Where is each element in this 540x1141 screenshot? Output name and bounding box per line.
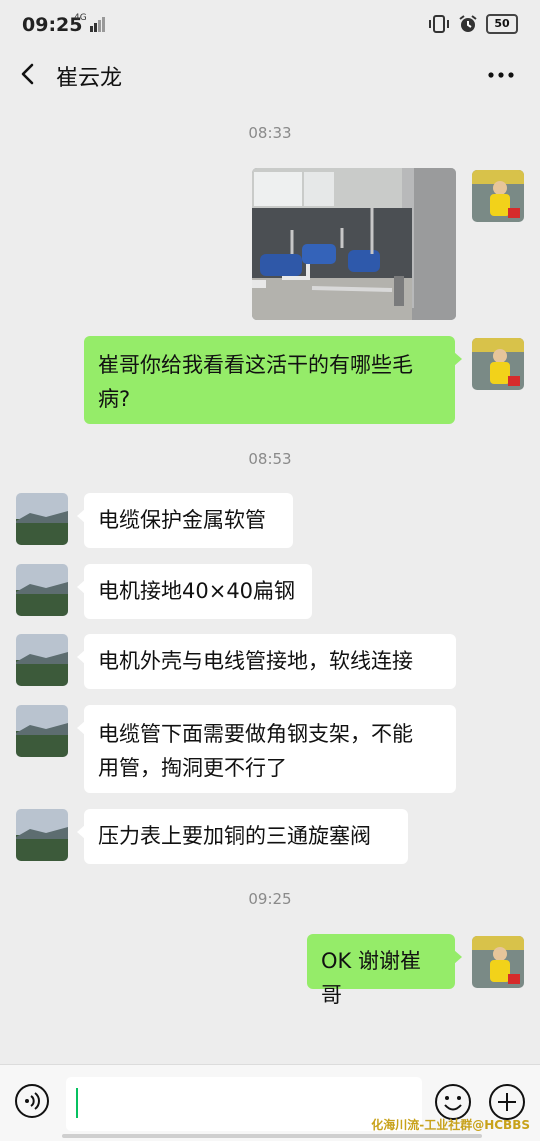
text-caret xyxy=(76,1088,78,1118)
timestamp: 08:33 xyxy=(248,124,292,142)
network-type: 4G xyxy=(74,13,87,23)
watermark: 化海川流-工业社群@HCBBS xyxy=(371,1118,530,1132)
message-line: 崔哥你给我看看这活干的有哪些毛 xyxy=(98,353,413,377)
contact-avatar[interactable] xyxy=(16,634,68,686)
back-arrow-icon[interactable] xyxy=(14,58,44,90)
message-line: 压力表上要加铜的三通旋塞阀 xyxy=(98,824,371,848)
message-bubble-incoming[interactable]: 压力表上要加铜的三通旋塞阀 xyxy=(77,809,408,864)
message-bubble-incoming[interactable]: 电缆管下面需要做角钢支架，不能 用管，掏洞更不行了 xyxy=(77,705,456,793)
alarm-icon xyxy=(459,15,477,32)
contact-avatar[interactable] xyxy=(16,564,68,616)
vibrate-icon xyxy=(429,15,449,33)
more-icon[interactable] xyxy=(486,60,516,90)
sent-photo[interactable] xyxy=(252,168,456,320)
message-input[interactable] xyxy=(66,1077,422,1131)
message-bubble-outgoing[interactable]: 崔哥你给我看看这活干的有哪些毛 病? xyxy=(84,336,462,424)
contact-avatar[interactable] xyxy=(16,493,68,545)
my-avatar[interactable] xyxy=(472,170,524,222)
my-avatar[interactable] xyxy=(472,936,524,988)
message-bubble-incoming[interactable]: 电缆保护金属软管 xyxy=(77,493,293,548)
signal-icon xyxy=(90,17,105,32)
battery-indicator: 50 xyxy=(486,14,518,34)
timestamp: 09:25 xyxy=(248,890,292,908)
message-line: 电机接地40×40扁钢 xyxy=(98,579,296,603)
contact-avatar[interactable] xyxy=(16,705,68,757)
chat-header: 崔云龙 xyxy=(0,52,540,98)
my-avatar[interactable] xyxy=(472,338,524,390)
message-line: OK 谢谢崔哥 xyxy=(321,949,421,1007)
home-indicator xyxy=(62,1134,482,1138)
message-line: 电机外壳与电线管接地，软线连接 xyxy=(98,649,413,673)
message-bubble-incoming[interactable]: 电机接地40×40扁钢 xyxy=(77,564,312,619)
message-line: 用管，掏洞更不行了 xyxy=(98,756,287,780)
message-line: 电缆管下面需要做角钢支架，不能 xyxy=(98,722,413,746)
status-icons: 50 xyxy=(428,14,518,34)
chat-title: 崔云龙 xyxy=(56,66,123,91)
message-bubble-outgoing[interactable]: OK 谢谢崔哥 xyxy=(307,934,462,1007)
status-bar: 09:25 4G 50 xyxy=(0,0,540,52)
contact-avatar[interactable] xyxy=(16,809,68,861)
timestamp: 08:53 xyxy=(248,450,292,468)
message-line: 病? xyxy=(98,387,131,411)
voice-icon[interactable] xyxy=(14,1083,50,1119)
message-bubble-incoming[interactable]: 电机外壳与电线管接地，软线连接 xyxy=(77,634,456,689)
message-line: 电缆保护金属软管 xyxy=(98,508,266,532)
